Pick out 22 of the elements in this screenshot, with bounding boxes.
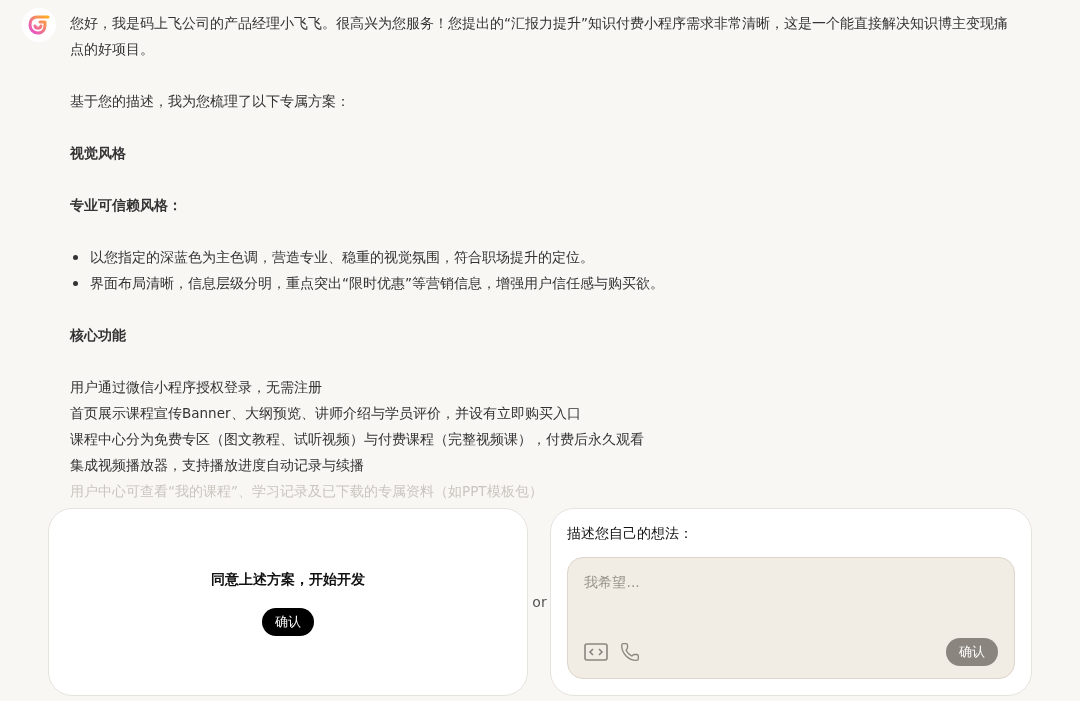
section-heading: 核心功能 [70,326,127,345]
bullet-icon [73,255,78,260]
feature-line: 集成视频播放器，支持播放进度自动记录与续播 [70,456,365,475]
phone-icon[interactable] [620,642,641,662]
confirm-button[interactable]: 确认 [262,607,315,636]
bullet-text: 界面布局清晰，信息层级分明，重点突出“限时优惠”等营销信息，增强用户信任感与购买欲。 [90,274,664,293]
idea-input-field[interactable]: 我希望... [584,572,998,593]
feature-line: 课程中心分为免费专区（图文教程、试听视频）与付费课程（完整视频课），付费后永久观看 [70,430,645,449]
or-separator: or [532,592,547,612]
message-paragraph: 基于您的描述，我为您梳理了以下专属方案： [70,92,351,111]
message-paragraph: 您好，我是码上飞公司的产品经理小飞飞。很高兴为您服务！您提出的“汇报力提升”知识付费小程序需求非常清晰，这是一个能直接解决知识博主变现痛点的好项目。 [70,14,1009,59]
bullet-text: 以您指定的深蓝色为主色调，营造专业、稳重的视觉氛围，符合职场提升的定位。 [90,248,594,267]
feature-line: 首页展示课程宣传Banner、大纲预览、讲师介绍与学员评价，并设有立即购买入口 [70,404,582,423]
section-heading: 视觉风格 [70,144,127,163]
confirm-button[interactable]: 确认 [946,638,998,666]
feature-line: 用户通过微信小程序授权登录，无需注册 [70,378,323,397]
logo-icon [22,8,56,42]
accept-title: 同意上述方案，开始开发 [211,569,366,589]
section-heading: 专业可信赖风格： [70,196,183,215]
code-icon[interactable] [584,642,609,662]
bullet-icon [73,281,78,286]
idea-title: 描述您自己的想法： [567,524,695,543]
